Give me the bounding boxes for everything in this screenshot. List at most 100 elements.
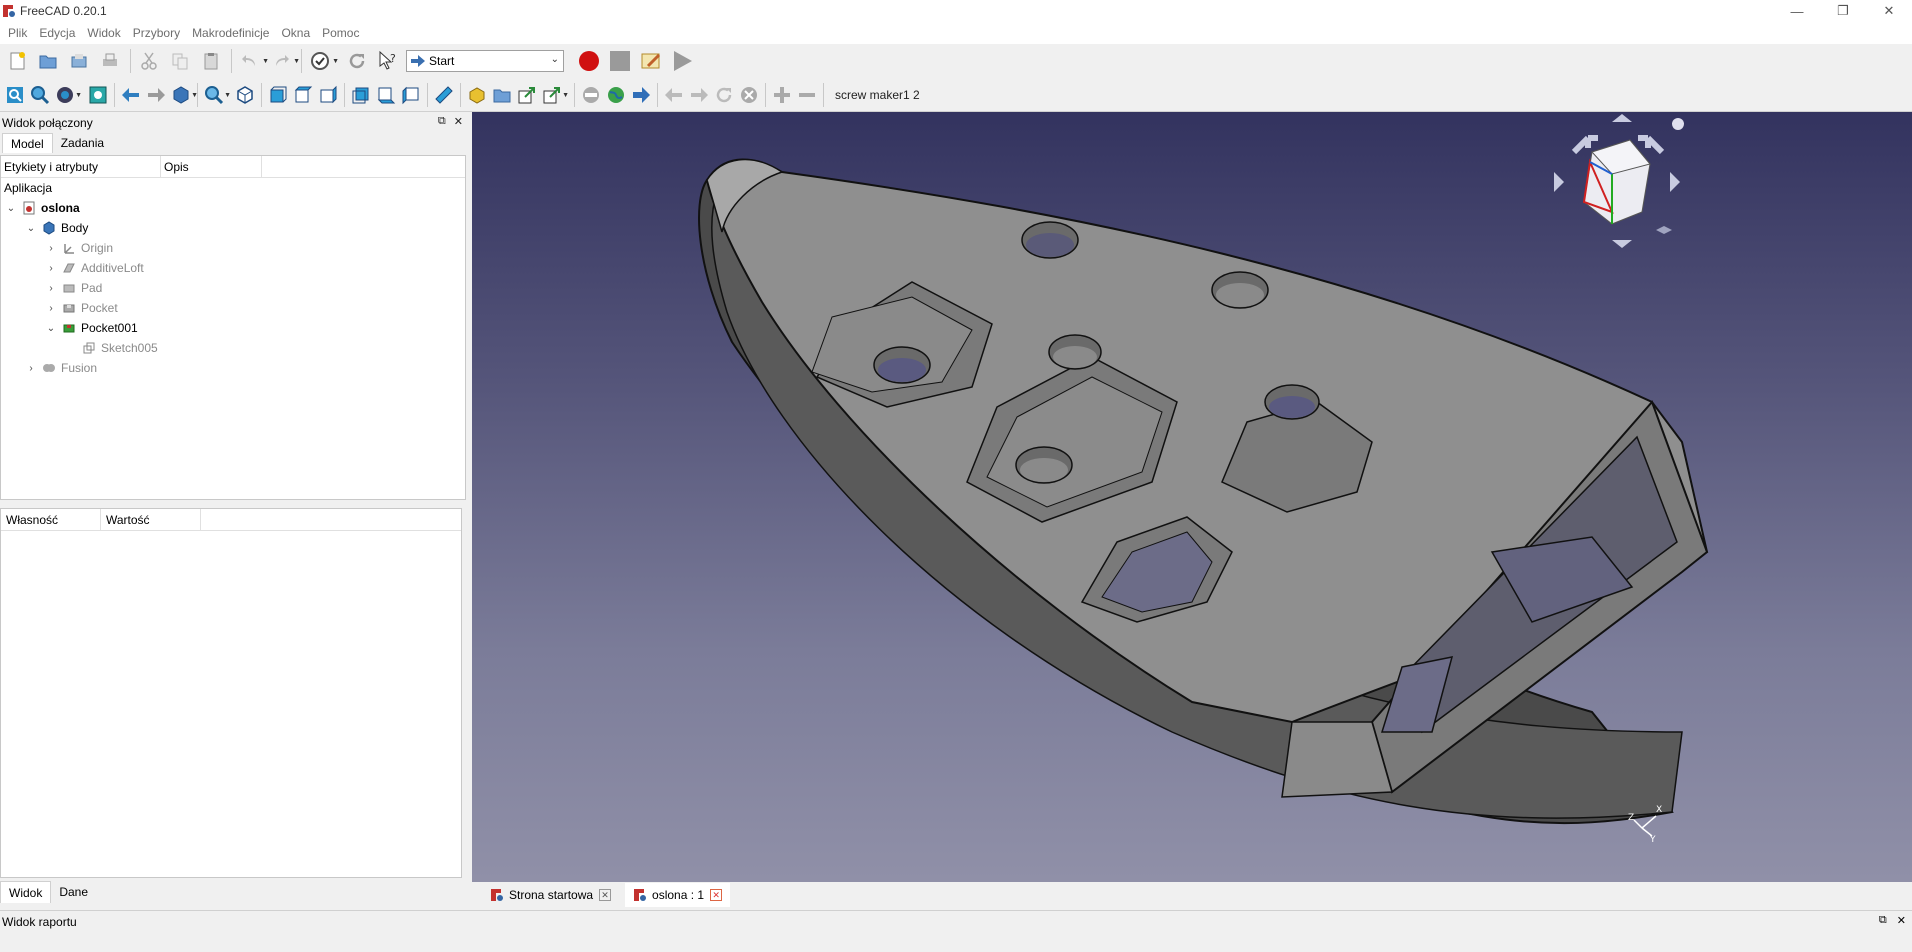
macro-run-button[interactable] (669, 48, 695, 74)
menu-macro[interactable]: Makrodefinicje (186, 26, 275, 40)
minimize-button[interactable]: — (1774, 0, 1820, 22)
doc-tab-start-page[interactable]: Strona startowa ✕ (482, 883, 619, 907)
tab-model[interactable]: Model (2, 133, 53, 153)
chevron-down-icon[interactable]: ⌄ (4, 203, 18, 214)
plus-icon (774, 86, 790, 103)
float-panel-icon[interactable]: ⧉ (438, 115, 446, 128)
float-panel-icon[interactable]: ⧉ (1879, 914, 1887, 927)
3d-viewport[interactable]: X Z Y (472, 112, 1912, 882)
create-part-button[interactable] (466, 82, 488, 108)
cube-left-icon (402, 86, 419, 104)
close-panel-icon[interactable]: ✕ (1897, 914, 1906, 927)
menu-windows[interactable]: Okna (275, 26, 316, 40)
recompute-button[interactable] (344, 48, 370, 74)
close-button[interactable]: ✕ (1866, 0, 1912, 22)
print-button[interactable] (97, 48, 123, 74)
macro-edit-button[interactable] (638, 48, 664, 74)
std-views-button[interactable]: ▼ (170, 82, 198, 108)
tree-col-labels[interactable]: Etykiety i atrybuty (1, 156, 161, 177)
tree-item-pocket[interactable]: › Pocket (1, 298, 465, 318)
menu-help[interactable]: Pomoc (316, 26, 365, 40)
copy-button[interactable] (167, 48, 193, 74)
isometric-cube-icon (173, 85, 189, 104)
close-panel-icon[interactable]: ✕ (454, 115, 463, 128)
view-bottom-button[interactable] (375, 82, 397, 108)
tree-item-pad[interactable]: › Pad (1, 278, 465, 298)
save-button[interactable] (66, 48, 92, 74)
paste-button[interactable] (198, 48, 224, 74)
refresh-checks-button[interactable]: ▼ (307, 48, 339, 74)
macro-stop-button[interactable] (607, 48, 633, 74)
measure-button[interactable] (433, 82, 455, 108)
tab-tasks[interactable]: Zadania (53, 133, 112, 153)
web-next-button[interactable] (688, 82, 710, 108)
tree-item-sketch005[interactable]: Sketch005 (1, 338, 465, 358)
3d-model-render: X Z Y (698, 114, 1709, 845)
link-actions-button[interactable]: ▼ (541, 82, 569, 108)
web-back-button[interactable] (663, 82, 685, 108)
forward-button[interactable] (145, 82, 167, 108)
web-stop-button[interactable] (580, 82, 602, 108)
web-go-button[interactable] (630, 82, 652, 108)
tree-col-description[interactable]: Opis (161, 156, 262, 177)
new-document-button[interactable] (4, 48, 30, 74)
open-button[interactable] (35, 48, 61, 74)
chevron-right-icon[interactable]: › (24, 363, 38, 374)
fit-all-button[interactable] (4, 82, 26, 108)
chevron-down-icon[interactable]: ⌄ (44, 323, 58, 334)
undo-button[interactable]: ▼ (237, 48, 269, 74)
restore-button[interactable]: ❐ (1820, 0, 1866, 22)
navigation-cube[interactable] (1554, 114, 1684, 248)
macro-shortcut[interactable]: screw maker1 2 (835, 88, 920, 102)
web-refresh-button[interactable] (713, 82, 735, 108)
tree-item-pocket001[interactable]: ⌄ Pocket001 (1, 318, 465, 338)
menu-view[interactable]: Widok (81, 26, 126, 40)
tree-item-oslona[interactable]: ⌄ oslona (1, 198, 465, 218)
macro-record-button[interactable] (576, 48, 602, 74)
tab-view[interactable]: Widok (0, 881, 52, 903)
redo-button[interactable]: ▼ (268, 48, 300, 74)
view-rear-button[interactable] (350, 82, 372, 108)
property-col-value[interactable]: Wartość (101, 509, 201, 530)
zoom-out-button[interactable] (796, 82, 818, 108)
bounding-box-button[interactable] (87, 82, 109, 108)
whats-this-button[interactable]: ? (375, 48, 401, 74)
menu-tools[interactable]: Przybory (127, 26, 186, 40)
draw-style-button[interactable]: ▼ (54, 82, 82, 108)
zoom-in-button[interactable] (771, 82, 793, 108)
chevron-right-icon[interactable]: › (44, 303, 58, 314)
workbench-selector[interactable]: Start ⌄ (406, 50, 564, 72)
view-isometric-button[interactable] (234, 82, 256, 108)
chevron-right-icon[interactable]: › (44, 243, 58, 254)
chevron-down-icon[interactable]: ⌄ (24, 223, 38, 234)
tree-item-fusion[interactable]: › Fusion (1, 358, 465, 378)
close-tab-icon[interactable]: ✕ (710, 889, 723, 901)
view-top-button[interactable] (292, 82, 314, 108)
tree-item-body[interactable]: ⌄ Body (1, 218, 465, 238)
menu-edit[interactable]: Edycja (33, 26, 81, 40)
close-tab-icon[interactable]: ✕ (599, 889, 612, 901)
tree-item-additiveloft[interactable]: › AdditiveLoft (1, 258, 465, 278)
tree-item-origin[interactable]: › Origin (1, 238, 465, 258)
panel-splitter[interactable] (0, 500, 467, 508)
svg-text:?: ? (390, 52, 396, 65)
fusion-icon (43, 364, 55, 372)
menu-file[interactable]: Plik (2, 26, 33, 40)
doc-tab-oslona[interactable]: oslona : 1 ✕ (625, 883, 731, 907)
chevron-right-icon[interactable]: › (44, 283, 58, 294)
link-icon (518, 86, 535, 103)
tab-data[interactable]: Dane (51, 881, 96, 903)
view-front-button[interactable] (267, 82, 289, 108)
view-right-button[interactable] (317, 82, 339, 108)
zoom-button[interactable]: ▼ (203, 82, 231, 108)
back-button[interactable] (120, 82, 142, 108)
property-col-name[interactable]: Własność (1, 509, 101, 530)
fit-selection-button[interactable] (29, 82, 51, 108)
link-button[interactable] (516, 82, 538, 108)
chevron-right-icon[interactable]: › (44, 263, 58, 274)
create-group-button[interactable] (491, 82, 513, 108)
view-left-button[interactable] (400, 82, 422, 108)
web-home-button[interactable] (605, 82, 627, 108)
web-stop-load-button[interactable] (738, 82, 760, 108)
cut-button[interactable] (136, 48, 162, 74)
